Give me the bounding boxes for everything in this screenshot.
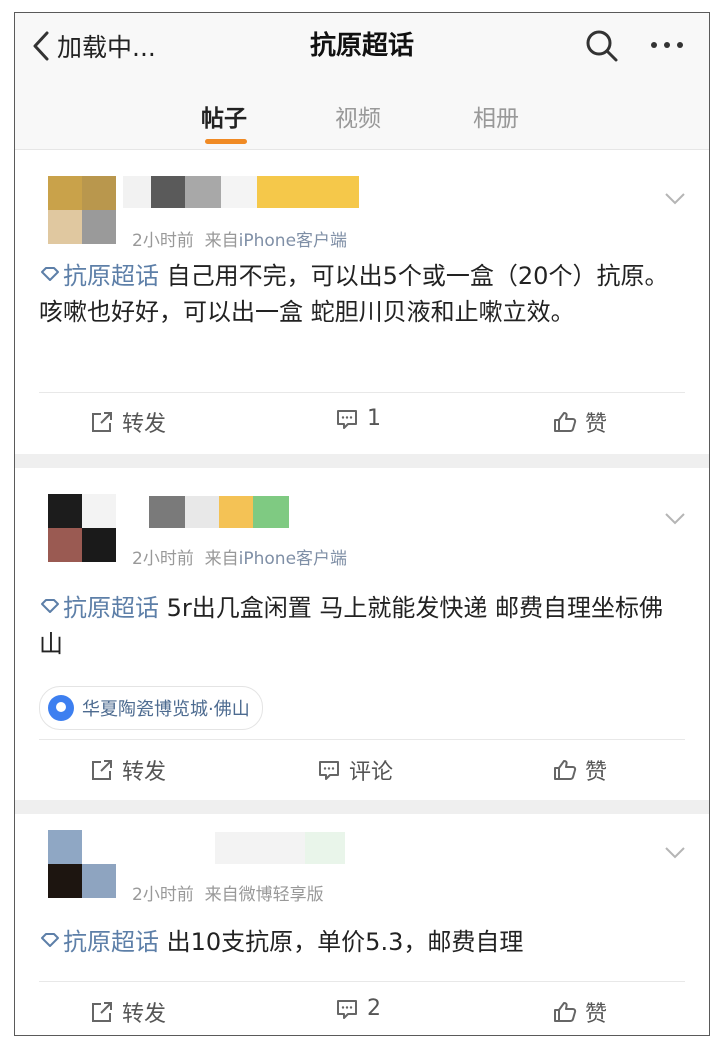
like-button[interactable]: 赞 [553, 754, 607, 786]
comment-icon [337, 999, 357, 1019]
location-pin-icon [48, 695, 74, 721]
username-blurred[interactable] [149, 496, 289, 528]
search-button[interactable] [583, 27, 621, 65]
post-card[interactable]: 2小时前 来自iPhone客户端 抗原超话 5r出几盒闲置 马上就能发快递 邮费… [15, 468, 709, 800]
post-card[interactable]: 2小时前 来自iPhone客户端 抗原超话 自己用不完，可以出5个或一盒（20个… [15, 150, 709, 454]
post-meta: 2小时前 来自微博轻享版 [132, 880, 324, 905]
post-source: 微博轻享版 [238, 885, 324, 905]
search-icon [586, 30, 618, 62]
post-card[interactable]: 2小时前 来自微博轻享版 抗原超话 出10支抗原，单价5.3，邮费自理 转发 2… [15, 814, 709, 1035]
divider [39, 981, 685, 982]
post-source: iPhone客户端 [238, 231, 348, 251]
comment-icon [337, 409, 357, 429]
post-time: 2小时前 [132, 549, 194, 569]
source-prefix: 来自 [204, 231, 239, 251]
username-blurred[interactable] [215, 832, 345, 864]
topic-link[interactable]: 抗原超话 [39, 262, 159, 290]
thumbs-up-icon [554, 412, 577, 432]
comment-button[interactable]: 1 [335, 406, 381, 431]
tab-posts[interactable]: 帖子 [201, 99, 247, 133]
post-content: 抗原超话 出10支抗原，单价5.3，邮费自理 [39, 924, 684, 960]
diamond-icon [41, 599, 59, 613]
username-blurred[interactable] [123, 176, 359, 208]
chevron-down-icon[interactable] [664, 192, 686, 206]
diamond-icon [41, 933, 59, 947]
chevron-down-icon[interactable] [664, 512, 686, 526]
thumbs-up-icon [554, 760, 577, 780]
more-button[interactable] [645, 35, 689, 55]
top-navigation-bar: 加载中... 抗原超话 [15, 13, 709, 79]
post-separator [15, 454, 709, 468]
app-screen: 加载中... 抗原超话 帖子 视频 相册 2小时前 来自iPhone客户端 抗原… [14, 12, 710, 1036]
comment-button[interactable]: 2 [335, 996, 381, 1021]
more-icon [651, 42, 657, 48]
like-button[interactable]: 赞 [553, 996, 607, 1028]
comment-icon [319, 761, 339, 780]
post-separator [15, 800, 709, 814]
chevron-down-icon[interactable] [664, 846, 686, 860]
repost-button[interactable]: 转发 [90, 996, 166, 1028]
location-tag[interactable]: 华夏陶瓷博览城·佛山 [39, 686, 263, 730]
topic-link[interactable]: 抗原超话 [39, 594, 159, 622]
divider [39, 392, 685, 393]
active-tab-indicator [205, 139, 247, 144]
like-button[interactable]: 赞 [553, 406, 607, 438]
tab-videos[interactable]: 视频 [335, 99, 381, 133]
repost-button[interactable]: 转发 [90, 406, 166, 438]
location-label: 华夏陶瓷博览城·佛山 [82, 699, 250, 720]
divider [39, 739, 685, 740]
tab-bar: 帖子 视频 相册 [15, 79, 709, 150]
diamond-icon [41, 267, 59, 281]
topic-link[interactable]: 抗原超话 [39, 928, 159, 956]
post-content: 抗原超话 5r出几盒闲置 马上就能发快递 邮费自理坐标佛山 [39, 590, 684, 662]
avatar[interactable] [48, 830, 116, 898]
post-time: 2小时前 [132, 231, 194, 251]
post-meta: 2小时前 来自iPhone客户端 [132, 226, 347, 251]
post-time: 2小时前 [132, 885, 194, 905]
share-icon [92, 1002, 112, 1022]
post-meta: 2小时前 来自iPhone客户端 [132, 544, 347, 569]
repost-button[interactable]: 转发 [90, 754, 166, 786]
post-source: iPhone客户端 [238, 549, 348, 569]
share-icon [92, 412, 112, 432]
tab-albums[interactable]: 相册 [473, 99, 519, 133]
avatar[interactable] [48, 494, 116, 562]
thumbs-up-icon [554, 1002, 577, 1022]
post-text: 出10支抗原，单价5.3，邮费自理 [166, 928, 524, 956]
source-prefix: 来自 [204, 549, 239, 569]
share-icon [92, 760, 112, 780]
post-content: 抗原超话 自己用不完，可以出5个或一盒（20个）抗原。咳嗽也好好，可以出一盒 蛇… [39, 258, 684, 330]
source-prefix: 来自 [204, 885, 239, 905]
avatar[interactable] [48, 176, 116, 244]
comment-button[interactable]: 评论 [317, 754, 393, 786]
